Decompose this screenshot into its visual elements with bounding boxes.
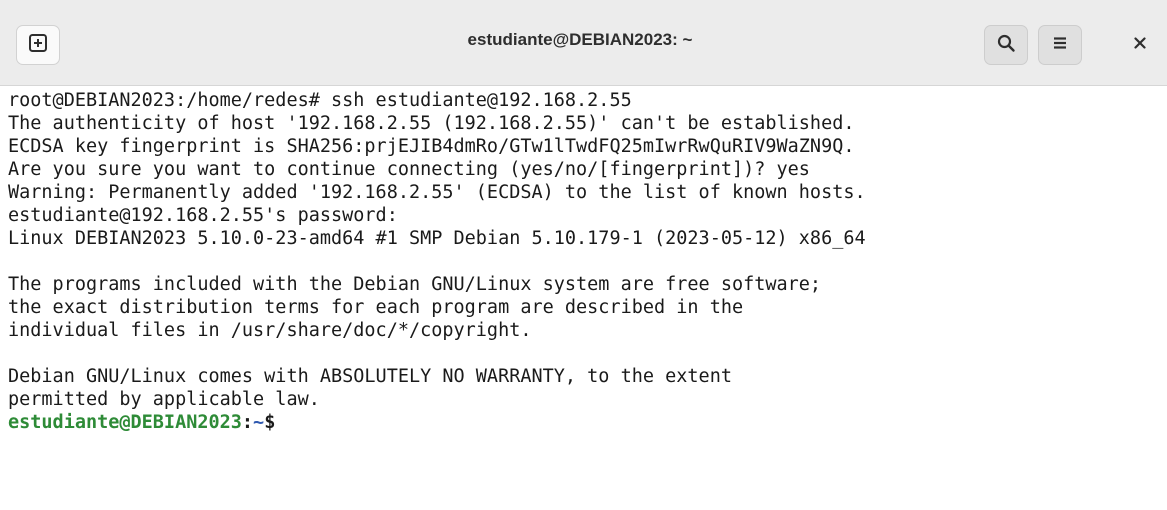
new-tab-icon — [28, 33, 48, 58]
terminal-line: ECDSA key fingerprint is SHA256:prjEJIB4… — [8, 136, 855, 157]
terminal-window: estudiante@DEBIAN2023: ~ root@DEBIAN2023… — [0, 0, 1167, 510]
terminal-line: the exact distribution terms for each pr… — [8, 297, 744, 318]
terminal-line: Warning: Permanently added '192.168.2.55… — [8, 182, 866, 203]
new-tab-button[interactable] — [16, 25, 60, 65]
hamburger-menu-icon — [1050, 33, 1070, 58]
window-title: estudiante@DEBIAN2023: ~ — [467, 30, 693, 49]
terminal-line: root@DEBIAN2023:/home/redes# ssh estudia… — [8, 90, 632, 111]
close-icon — [1132, 35, 1148, 56]
search-button[interactable] — [984, 25, 1028, 65]
terminal-line: The programs included with the Debian GN… — [8, 274, 822, 295]
prompt-separator: : — [241, 412, 254, 433]
prompt-user-host: estudiante@DEBIAN2023 — [8, 412, 242, 433]
terminal-output[interactable]: root@DEBIAN2023:/home/redes# ssh estudia… — [8, 89, 1163, 434]
menu-button[interactable] — [1038, 25, 1082, 65]
terminal-line: Linux DEBIAN2023 5.10.0-23-amd64 #1 SMP … — [8, 228, 866, 249]
terminal-line: Are you sure you want to continue connec… — [8, 159, 810, 180]
prompt-path: ~ — [253, 412, 265, 433]
terminal-line: individual files in /usr/share/doc/*/cop… — [8, 320, 532, 341]
terminal-line: Debian GNU/Linux comes with ABSOLUTELY N… — [8, 366, 732, 387]
terminal-line: permitted by applicable law. — [8, 389, 320, 410]
search-icon — [996, 33, 1016, 58]
terminal-line: estudiante@192.168.2.55's password: — [8, 205, 398, 226]
shell-prompt[interactable]: estudiante@DEBIAN2023:~$ — [8, 411, 1163, 434]
close-button[interactable] — [1118, 25, 1162, 65]
title-bar: estudiante@DEBIAN2023: ~ — [0, 0, 1167, 86]
prompt-symbol: $ — [264, 412, 276, 433]
terminal-line: The authenticity of host '192.168.2.55 (… — [8, 113, 855, 134]
